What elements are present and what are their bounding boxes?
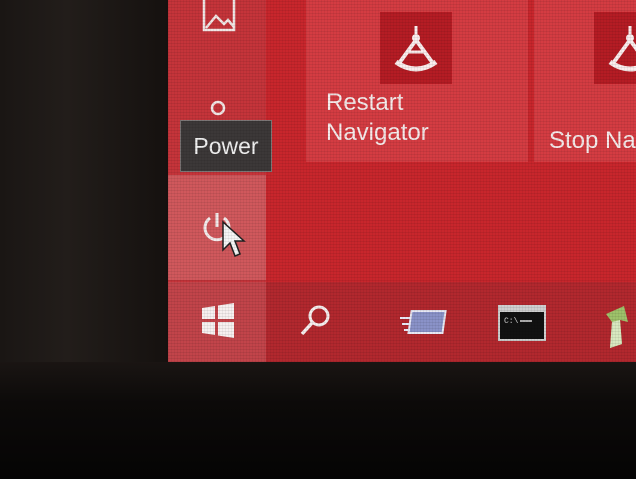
svg-text:C:\: C:\: [504, 317, 519, 326]
mouse-cursor-icon: [221, 220, 247, 265]
pictures-icon[interactable]: [202, 0, 236, 37]
app-icon[interactable]: [600, 304, 636, 355]
start-menu-sidebar: Power: [168, 0, 272, 282]
sextant-icon: [380, 12, 452, 84]
taskbar: C:\: [168, 282, 636, 362]
tile-label-line1: Restart: [326, 89, 404, 116]
tile-label-restart-navigator: Restart Navigator: [326, 88, 429, 148]
power-tooltip: Power: [180, 120, 272, 172]
task-view-icon[interactable]: [400, 308, 450, 343]
tile-label-line2: Navigator: [326, 119, 429, 146]
windows-start-icon: [200, 302, 236, 343]
start-button[interactable]: [168, 282, 266, 362]
command-prompt-icon[interactable]: C:\: [498, 305, 546, 346]
sextant-icon: [594, 12, 636, 84]
tile-stop-navigator[interactable]: Stop Na: [534, 0, 636, 162]
screen: Power Restart Navigator Stop Na C:\: [168, 0, 636, 362]
search-icon[interactable]: [298, 302, 334, 343]
tile-restart-navigator[interactable]: Restart Navigator: [306, 0, 528, 162]
tile-label-stop-navigator: Stop Na: [549, 127, 636, 154]
monitor-bezel-bottom: [0, 362, 636, 479]
